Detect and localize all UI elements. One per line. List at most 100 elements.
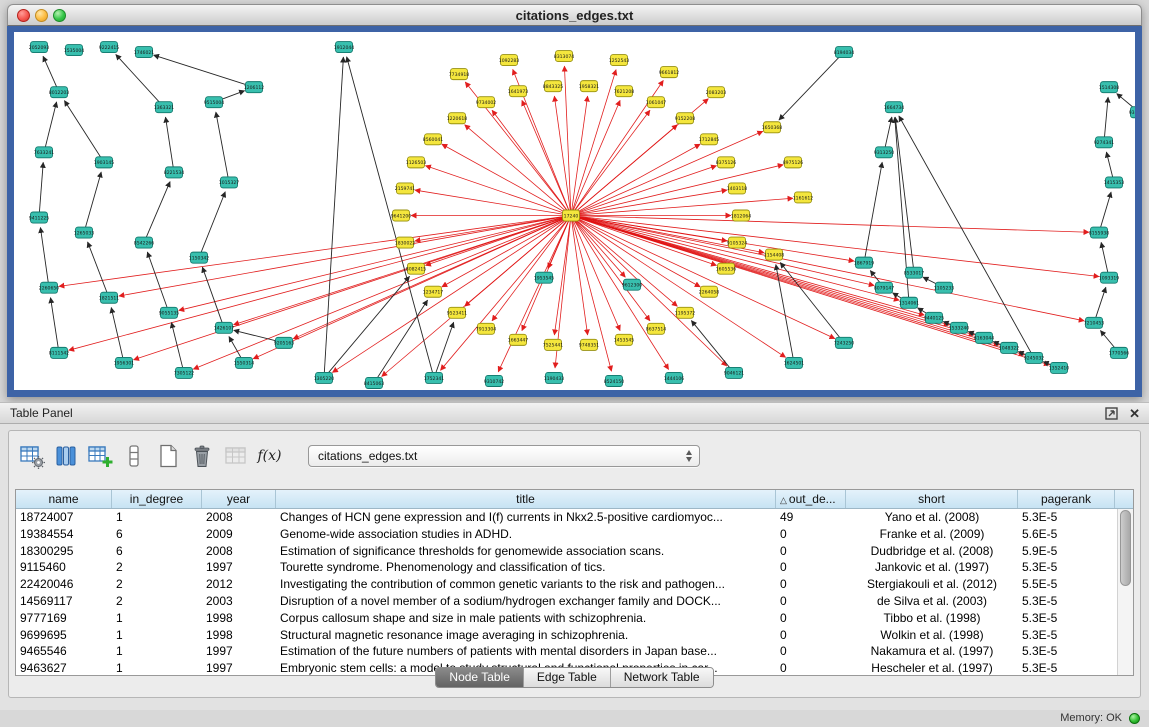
graph-node[interactable]: 1830022	[395, 237, 416, 248]
graph-node[interactable]: 9222415	[99, 42, 120, 53]
graph-node[interactable]: 8415063	[364, 377, 385, 388]
graph-node[interactable]: 7621208	[614, 86, 635, 97]
graph-node[interactable]: 1956301	[114, 357, 135, 368]
graph-node[interactable]: 7305122	[174, 367, 195, 378]
graph-node[interactable]: 7913304	[476, 323, 497, 334]
graph-node[interactable]: 9105324	[727, 237, 748, 248]
graph-node[interactable]: 1953545	[534, 272, 555, 283]
column-header-pagerank[interactable]: pagerank	[1018, 490, 1115, 508]
table-row[interactable]: 1872400712008Changes of HCN gene express…	[16, 509, 1117, 526]
graph-node[interactable]: 1605536	[716, 263, 737, 274]
graph-node[interactable]: 2052093	[29, 42, 50, 53]
column-header-short[interactable]: short	[846, 490, 1018, 508]
tab-network-table[interactable]: Network Table	[610, 668, 713, 687]
graph-node[interactable]: 1867919	[854, 257, 875, 268]
graph-node[interactable]: 8375126	[716, 157, 737, 168]
graph-node[interactable]: 1514308	[1099, 82, 1120, 93]
graph-node[interactable]: 9355030	[1129, 107, 1135, 118]
graph-node[interactable]: 8843325	[543, 81, 564, 92]
graph-node[interactable]: 1770566	[1109, 347, 1130, 358]
graph-node[interactable]: 9205163	[274, 337, 295, 348]
close-window-button[interactable]	[17, 9, 30, 22]
graph-node[interactable]: 1958321	[579, 81, 600, 92]
graph-node[interactable]: 7210453	[1084, 317, 1105, 328]
window-titlebar[interactable]: citations_edges.txt	[7, 4, 1142, 26]
table-row[interactable]: 969969511998Structural magnetic resonanc…	[16, 627, 1117, 644]
table-selector-dropdown[interactable]: citations_edges.txt	[308, 445, 700, 467]
graph-node[interactable]: 8079147	[874, 282, 895, 293]
column-header-year[interactable]: year	[202, 490, 276, 508]
graph-node[interactable]: 1426107	[214, 322, 235, 333]
graph-node[interactable]: 9274341	[1094, 137, 1115, 148]
table-row[interactable]: 911546021997Tourette syndrome. Phenomeno…	[16, 559, 1117, 576]
graph-node[interactable]: 9612300	[622, 279, 643, 290]
graph-node[interactable]: 8542266	[134, 237, 155, 248]
network-graph-canvas[interactable]: 1724018120649105324160553622640581195372…	[14, 32, 1135, 390]
graph-node[interactable]: 9313250	[874, 147, 895, 158]
graph-node[interactable]: 1403118	[727, 183, 748, 194]
graph-node[interactable]: 7633241	[34, 147, 55, 158]
graph-node[interactable]: 1126503	[406, 157, 427, 168]
graph-node[interactable]: 9641200	[391, 210, 412, 221]
table-row[interactable]: 2242004622012Investigating the contribut…	[16, 576, 1117, 593]
graph-node[interactable]: 1752341	[424, 372, 445, 383]
graph-node[interactable]: 7734918	[449, 69, 470, 80]
graph-node[interactable]: 2083203	[706, 87, 727, 98]
graph-node[interactable]: 1234717	[423, 286, 444, 297]
graph-node[interactable]: 1195372	[675, 307, 696, 318]
column-header-in-degree[interactable]: in_degree	[112, 490, 202, 508]
graph-node[interactable]: 1150342	[189, 252, 210, 263]
graph-node[interactable]: 1453545	[614, 334, 635, 345]
graph-node[interactable]: 8975126	[783, 157, 804, 168]
graph-node[interactable]: 8012203	[49, 87, 70, 98]
zoom-window-button[interactable]	[53, 9, 66, 22]
graph-node[interactable]: 9734002	[476, 97, 497, 108]
minimize-window-button[interactable]	[35, 9, 48, 22]
rows-icon[interactable]	[118, 440, 149, 471]
graph-node[interactable]: 1535004	[64, 45, 85, 56]
graph-node[interactable]: 1105233	[934, 282, 955, 293]
graph-node[interactable]: 1314061	[899, 297, 920, 308]
new-table-icon[interactable]	[152, 440, 183, 471]
graph-node[interactable]: 1650368	[762, 122, 783, 133]
table-scrollbar-thumb[interactable]	[1120, 510, 1131, 586]
graph-node[interactable]: 1821511	[99, 292, 120, 303]
graph-node[interactable]: 9411225	[29, 212, 50, 223]
graph-node[interactable]: 1252543	[609, 55, 630, 66]
graph-node[interactable]: 7243250	[834, 337, 855, 348]
table-row[interactable]: 1456911722003Disruption of a novel membe…	[16, 593, 1117, 610]
graph-node[interactable]: 1092283	[499, 55, 520, 66]
graph-node[interactable]: 1533240	[949, 322, 970, 333]
graph-node[interactable]: 8163044	[974, 332, 995, 343]
graph-node[interactable]: 8194034	[834, 47, 855, 58]
graph-node[interactable]: 1624501	[784, 357, 805, 368]
graph-node[interactable]: 1903145	[94, 157, 115, 168]
table-scrollbar[interactable]	[1117, 509, 1133, 675]
graph-node[interactable]: 1093319	[1099, 272, 1120, 283]
graph-node[interactable]: 1641973	[508, 86, 529, 97]
float-panel-icon[interactable]	[1105, 407, 1118, 420]
graph-node[interactable]: 9440125	[924, 312, 945, 323]
column-header-out-de[interactable]: △out_de...	[776, 490, 846, 508]
graph-node[interactable]: 7525441	[543, 339, 564, 350]
graph-node[interactable]: 9515004	[204, 97, 225, 108]
graph-node[interactable]: 9046121	[724, 367, 745, 378]
graph-node[interactable]: 1352410	[1049, 362, 1070, 373]
graph-node[interactable]: 1061047	[646, 97, 667, 108]
graph-node[interactable]: 8313074	[554, 51, 575, 62]
tab-node-table[interactable]: Node Table	[436, 668, 523, 687]
graph-node[interactable]: 9748351	[579, 339, 600, 350]
graph-node[interactable]: 1305220	[314, 372, 335, 383]
graph-node[interactable]: 2260650	[39, 282, 60, 293]
graph-node[interactable]: 1048322	[999, 342, 1020, 353]
graph-node[interactable]: 1190433	[544, 372, 565, 383]
graph-node[interactable]: 1220618	[447, 113, 468, 124]
graph-node[interactable]: 9661812	[659, 67, 680, 78]
graph-node[interactable]: 9152208	[675, 113, 696, 124]
column-header-name[interactable]: name	[16, 490, 112, 508]
add-column-icon[interactable]	[84, 440, 115, 471]
table-options-icon[interactable]	[16, 440, 47, 471]
table-row[interactable]: 1938455462009Genome-wide association stu…	[16, 526, 1117, 543]
graph-node[interactable]: 8221534	[164, 167, 185, 178]
graph-node[interactable]: 1812064	[731, 210, 752, 221]
